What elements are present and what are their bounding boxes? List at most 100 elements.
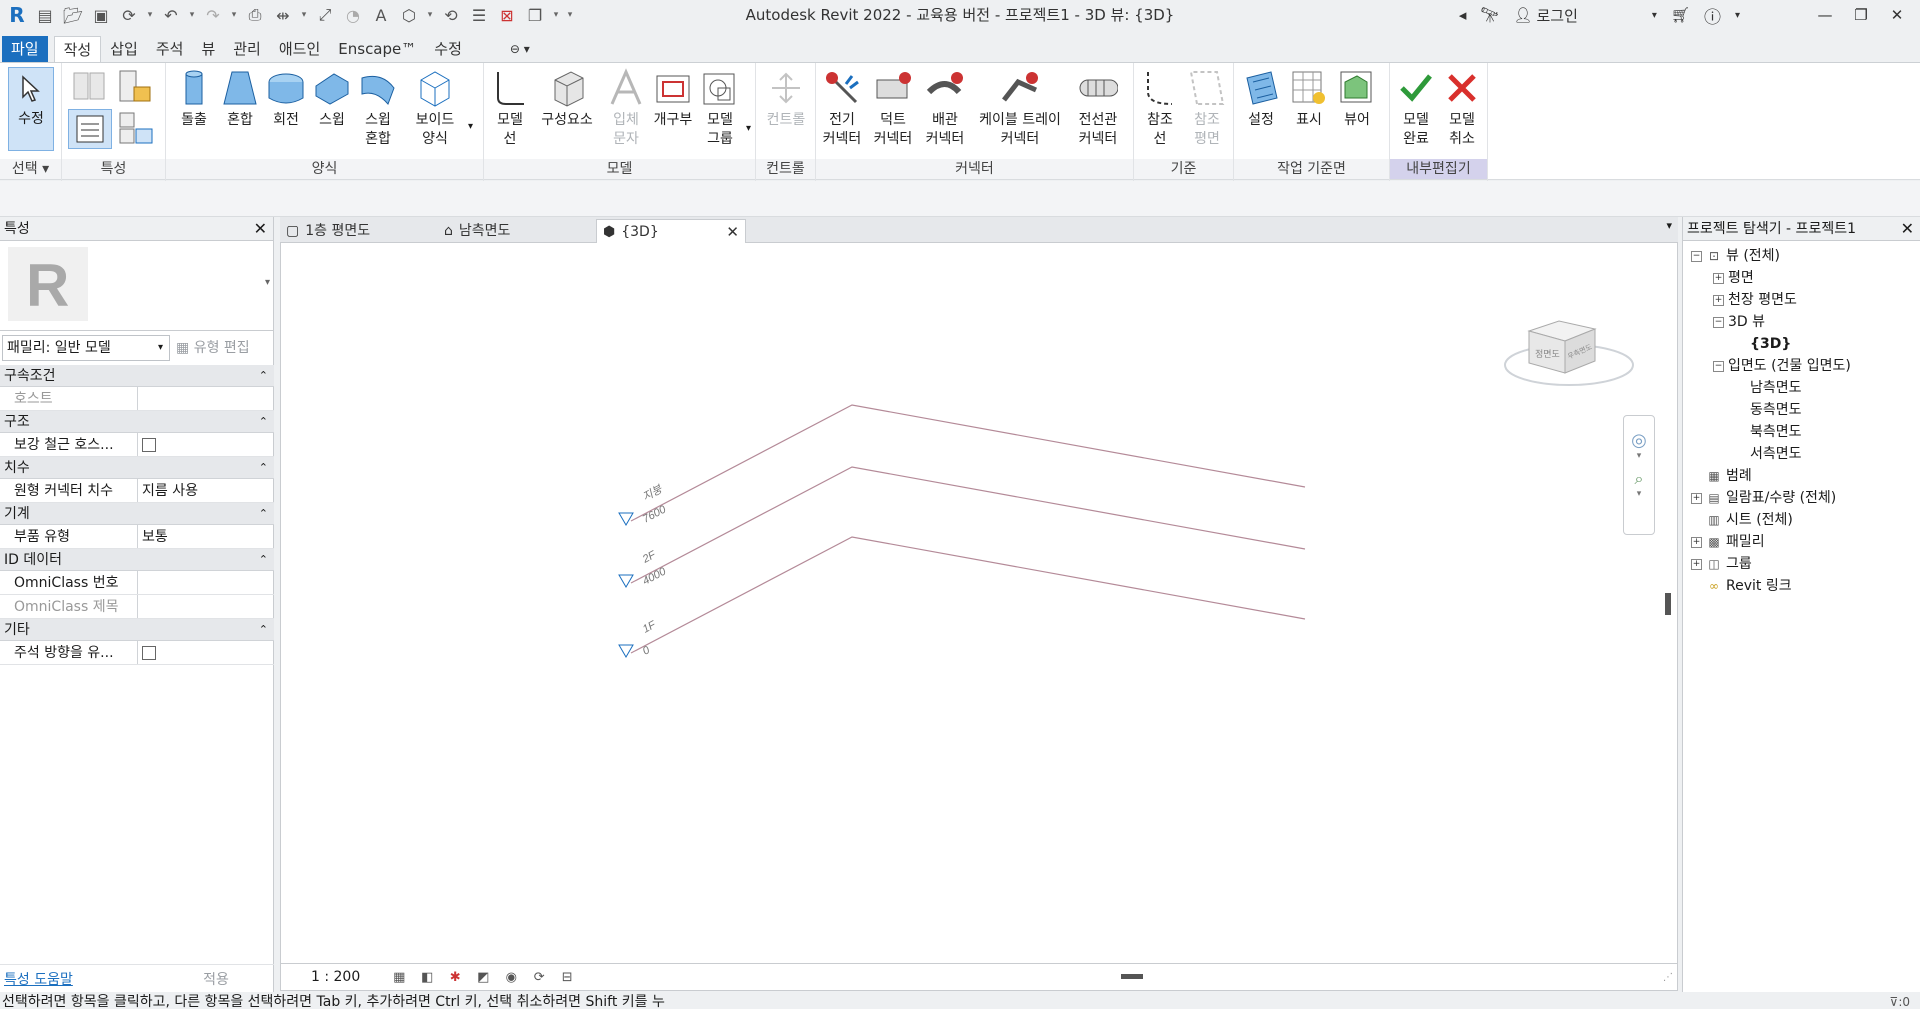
properties-toggle-icon[interactable] bbox=[68, 109, 112, 149]
sun-path-icon[interactable]: ✱ bbox=[444, 968, 466, 986]
property-checkbox[interactable] bbox=[142, 438, 156, 452]
apply-button[interactable]: 적용 bbox=[166, 969, 266, 989]
revit-logo-icon[interactable]: R bbox=[4, 2, 30, 28]
chevron-down-icon[interactable]: ▾ bbox=[424, 2, 436, 28]
sweep-button[interactable]: 스윕 bbox=[310, 67, 354, 130]
collapse-icon[interactable]: ⌃ bbox=[259, 549, 268, 571]
void-forms-button[interactable]: 보이드 양식 bbox=[406, 67, 464, 149]
undo-icon[interactable]: ↶ bbox=[158, 2, 184, 28]
collapse-icon[interactable]: − bbox=[1713, 360, 1724, 372]
resize-grip-icon[interactable]: ⋰ bbox=[1663, 972, 1673, 983]
login-button[interactable]: 👤︎ 로그인 bbox=[1509, 5, 1581, 26]
browser-node[interactable]: 서측면도 bbox=[1735, 443, 1802, 465]
shadows-icon[interactable]: ◩ bbox=[472, 968, 494, 986]
tab-view-south-elevation[interactable]: ⌂ 남측면도 bbox=[438, 219, 588, 243]
property-value[interactable]: 보통 bbox=[138, 525, 274, 548]
component-button[interactable]: 구성요소 bbox=[534, 67, 600, 130]
tab-file[interactable]: 파일 bbox=[2, 36, 48, 62]
collapse-icon[interactable]: ⌃ bbox=[259, 457, 268, 479]
save-icon[interactable]: ▣ bbox=[88, 2, 114, 28]
selection-filter-count[interactable]: ⊽:0 bbox=[1890, 992, 1910, 1009]
view-scale[interactable]: 1 : 200 bbox=[311, 969, 360, 985]
steering-wheel-icon[interactable]: ◎ bbox=[1624, 430, 1654, 451]
tab-create[interactable]: 작성 bbox=[53, 36, 102, 62]
expand-icon[interactable]: + bbox=[1691, 536, 1702, 548]
edit-type-button[interactable]: ▦ 유형 편집 bbox=[176, 335, 272, 361]
browser-node[interactable]: ▥ 시트 (전체) bbox=[1691, 509, 1793, 531]
chevron-down-icon[interactable]: ▾ bbox=[746, 123, 751, 134]
family-category-icon[interactable] bbox=[116, 69, 156, 109]
expand-icon[interactable]: + bbox=[1691, 492, 1702, 504]
type-selector[interactable]: R ▾ bbox=[0, 241, 274, 331]
level-head-icon[interactable] bbox=[618, 574, 634, 588]
property-group-header[interactable]: 치수 ⌃ bbox=[0, 457, 274, 479]
sync-icon[interactable]: ⟳ bbox=[116, 2, 142, 28]
open-icon[interactable]: 📂︎ bbox=[60, 2, 86, 28]
browser-node[interactable]: 북측면도 bbox=[1735, 421, 1802, 443]
show-workplane-button[interactable]: 표시 bbox=[1286, 67, 1332, 130]
horizontal-scrollbar[interactable] bbox=[1121, 974, 1143, 979]
chevron-left-icon[interactable]: ◂ bbox=[1455, 6, 1471, 24]
browser-node[interactable]: {3D} bbox=[1735, 333, 1791, 355]
drawing-canvas[interactable]: 지붕 7600 2F 4000 1F 0 정면도 우측면도 ◎ ▾ ⌕ ▾ bbox=[280, 243, 1678, 963]
chevron-down-icon[interactable]: ▾ bbox=[265, 277, 270, 288]
expand-icon[interactable]: + bbox=[1713, 272, 1724, 284]
property-group-header[interactable]: 기계 ⌃ bbox=[0, 503, 274, 525]
electrical-connector-button[interactable]: 전기 커넥터 bbox=[818, 67, 866, 149]
blend-button[interactable]: 혼합 bbox=[218, 67, 262, 130]
property-group-header[interactable]: 구조 ⌃ bbox=[0, 411, 274, 433]
model-group-button[interactable]: 모델 그룹 bbox=[698, 67, 742, 149]
3d-view-icon[interactable]: ⬡ bbox=[396, 2, 422, 28]
modify-button[interactable]: 수정 bbox=[8, 67, 54, 151]
ribbon-toggle-icon[interactable]: ⊖ ▾ bbox=[501, 36, 539, 62]
viewcube[interactable]: 정면도 우측면도 bbox=[1499, 301, 1639, 401]
collapse-icon[interactable]: − bbox=[1713, 316, 1724, 328]
rendering-icon[interactable]: ◉ bbox=[500, 968, 522, 986]
collapse-icon[interactable]: ⌃ bbox=[259, 619, 268, 641]
detail-level-icon[interactable]: ▦ bbox=[388, 968, 410, 986]
close-icon[interactable]: ✕ bbox=[726, 220, 739, 244]
property-value[interactable] bbox=[138, 387, 274, 410]
chevron-down-icon[interactable]: ▾ bbox=[468, 121, 473, 132]
swept-blend-button[interactable]: 스윕 혼합 bbox=[356, 67, 400, 149]
thin-lines-icon[interactable]: ☰ bbox=[466, 2, 492, 28]
family-filter-select[interactable]: 패밀리: 일반 모델 ▾ bbox=[2, 335, 170, 361]
browser-node[interactable]: −3D 뷰 bbox=[1713, 311, 1765, 333]
property-group-header[interactable]: ID 데이터 ⌃ bbox=[0, 549, 274, 571]
chevron-down-icon[interactable]: ▾ bbox=[1624, 451, 1654, 461]
home-icon[interactable]: ▤ bbox=[32, 2, 58, 28]
browser-node[interactable]: + 평면 bbox=[1713, 267, 1754, 289]
set-workplane-button[interactable]: 설정 bbox=[1238, 67, 1284, 130]
property-checkbox[interactable] bbox=[142, 646, 156, 660]
vertical-scrollbar[interactable] bbox=[1665, 593, 1671, 615]
zoom-icon[interactable]: ⌕ bbox=[1624, 469, 1654, 489]
tab-view[interactable]: 뷰 bbox=[192, 36, 224, 62]
switch-windows-icon[interactable]: ❐ bbox=[522, 2, 548, 28]
property-group-header[interactable]: 기타 ⌃ bbox=[0, 619, 274, 641]
conduit-connector-button[interactable]: 전선관 커넥터 bbox=[1070, 67, 1126, 149]
type-properties-icon[interactable] bbox=[116, 109, 156, 151]
browser-node[interactable]: 동측면도 bbox=[1735, 399, 1802, 421]
browser-node[interactable]: + ▤ 일람표/수량 (전체) bbox=[1691, 487, 1836, 509]
family-types-icon[interactable] bbox=[70, 69, 110, 109]
property-value[interactable]: 지름 사용 bbox=[138, 479, 274, 502]
cable-tray-connector-button[interactable]: 케이블 트레이 커넥터 bbox=[972, 67, 1068, 149]
chevron-down-icon[interactable]: ▾ bbox=[228, 2, 240, 28]
binoculars-icon[interactable]: 🔭︎ bbox=[1476, 6, 1503, 24]
cancel-model-button[interactable]: 모델 취소 bbox=[1440, 67, 1484, 149]
properties-help-link[interactable]: 특성 도움말 bbox=[4, 969, 73, 989]
show-crop-icon[interactable]: ⊟ bbox=[556, 968, 578, 986]
print-icon[interactable]: ⎙ bbox=[242, 2, 268, 28]
close-icon[interactable]: ✕ bbox=[254, 217, 267, 241]
pipe-connector-button[interactable]: 배관 커넥터 bbox=[920, 67, 970, 149]
collapse-icon[interactable]: − bbox=[1691, 250, 1702, 262]
redo-icon[interactable]: ↷ bbox=[200, 2, 226, 28]
chevron-down-icon[interactable]: ▾ bbox=[550, 2, 562, 28]
close-icon[interactable]: ✕ bbox=[1901, 217, 1914, 241]
collapse-icon[interactable]: ⌃ bbox=[259, 365, 268, 387]
visual-style-icon[interactable]: ◧ bbox=[416, 968, 438, 986]
browser-node[interactable]: ▦ 범례 bbox=[1691, 465, 1751, 487]
select-dropdown[interactable]: 선택 ▾ bbox=[0, 159, 61, 179]
aligned-dimension-icon[interactable]: ⤢ bbox=[312, 2, 338, 28]
reference-plane-button[interactable]: 참조 평면 bbox=[1184, 67, 1230, 149]
